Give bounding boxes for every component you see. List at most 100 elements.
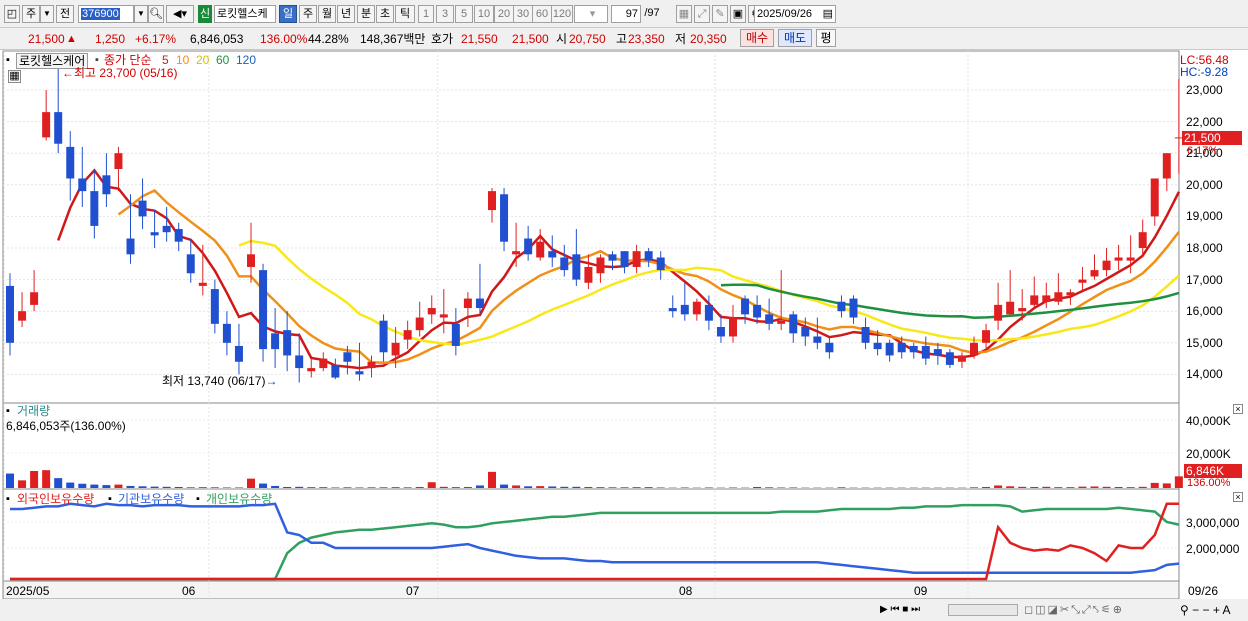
volume-bar [126,485,135,488]
volume-bar [753,486,762,488]
stop-icon[interactable]: ■ [902,604,908,615]
candle-body [849,298,858,318]
ma-title[interactable]: 종가 단순 [104,53,152,67]
auto-icon[interactable]: A [1223,603,1231,617]
candle-body [1054,292,1063,302]
volume-bar [415,486,424,488]
candle-body [825,342,834,353]
candle-body [1090,270,1099,277]
volume-bar [138,486,147,488]
zoom-out-icon[interactable]: − [1192,603,1199,617]
candle-body [186,254,195,274]
holder-close-icon[interactable]: × [1233,492,1243,502]
candle-body [343,352,352,362]
institution-holding-label[interactable]: 기관보유수량 [118,492,184,506]
candle-body [1042,295,1051,302]
zoom-icon[interactable]: ⚲ [1180,603,1189,617]
volume-bar [355,487,364,488]
volume-bar [777,487,786,488]
foreign-holding-label[interactable]: 외국인보유수량 [17,492,94,506]
candle-body [500,194,509,242]
holder-tick-2m: 2,000,000 [1186,542,1240,556]
minus-icon[interactable]: − [1203,603,1210,617]
candle-body [1150,178,1159,217]
volume-bar [729,487,737,488]
volume-bar [1138,486,1147,488]
scrollbar[interactable] [948,604,1018,616]
volume-pane-icon[interactable]: ▪ [6,404,10,418]
volume-bar [198,487,207,488]
draw-tools[interactable]: ◻◫◪✂⤡⤢⤣⚟⊕ [1024,603,1124,617]
candle-body [475,298,484,309]
candle-body [355,371,364,375]
holder-dot-icon-3: ▪ [196,493,200,505]
candle-body [114,153,123,169]
scroll-start-icon[interactable]: ⏮ [890,604,899,615]
volume-bar [1030,486,1039,488]
volume-bar [512,485,521,488]
candle-body [921,345,930,359]
ma-dot-icon: ▪ [95,54,99,66]
volume-bar [6,473,14,488]
candle-body [90,191,99,226]
volume-bar [259,483,268,488]
candle-body [283,330,292,356]
volume-bar [572,486,581,488]
candle-body [897,342,906,353]
candle-body [42,112,51,138]
volume-bar [319,487,328,488]
volume-title[interactable]: 거래량 [17,404,50,418]
candle-body [271,333,280,350]
plus-icon[interactable]: + [1213,603,1220,617]
candle-body [259,270,268,350]
price-tick: 18,000 [1186,241,1223,255]
volume-bar [704,487,713,488]
candle-body [933,349,942,356]
volume-bar [656,487,665,488]
candle-body [102,175,111,195]
individual-holding-label[interactable]: 개인보유수량 [206,492,272,506]
candle-body [680,304,689,315]
holder-tick-3m: 3,000,000 [1186,516,1240,530]
volume-close-icon[interactable]: × [1233,404,1243,414]
volume-tick-20k: 20,000K [1186,447,1231,461]
candle-body [415,317,424,331]
ma-5: 5 [162,53,169,67]
volume-bar [1006,486,1015,488]
candle-body [234,345,243,362]
xaxis-end-label: 09/26 [1188,584,1219,598]
volume-bar [524,486,533,488]
candle-body [885,342,894,356]
candle-body [957,355,966,362]
volume-bar [789,487,798,488]
candle-body [608,254,617,261]
volume-bar [307,487,316,488]
holder-dot-icon[interactable]: ▪ [6,492,10,506]
max-price-marker: ←최고 23,700 (05/16) [62,66,177,80]
candle-body [729,317,737,337]
candle-body [367,361,376,369]
pane-dot-icon[interactable]: ▪ [6,53,10,67]
zoom-controls: ⚲ − − + A [1180,603,1231,617]
table-icon[interactable]: ▦ [8,70,21,83]
volume-bar [403,487,412,488]
volume-bar [1054,487,1063,488]
stock-chart[interactable] [0,0,1248,621]
volume-bar [150,486,159,488]
candle-body [596,257,605,274]
candle-body [777,320,786,324]
candle-body [741,298,750,315]
scroll-right-icon[interactable]: ▶ [880,604,888,615]
candle-body [560,257,569,271]
candle-body [620,251,629,267]
scroll-end-icon[interactable]: ⏭ [911,604,920,615]
candle-body [644,251,653,261]
left-arrow-icon: ← [62,66,74,80]
candle-body [138,200,147,217]
volume-bar [114,484,123,488]
volume-bar [295,486,304,488]
candle-body [78,178,87,192]
scroll-controls: ▶ ⏮ ■ ⏭ [880,603,920,617]
candle-body [512,251,521,255]
candle-body [6,285,14,343]
